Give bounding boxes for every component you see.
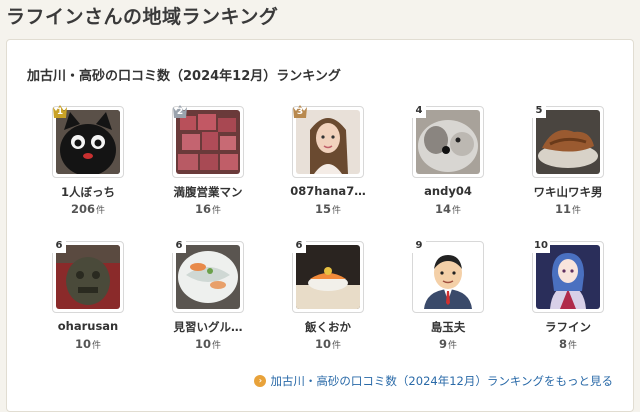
ranking-item[interactable]: 6 oharusan 10件 (28, 238, 148, 371)
rank-number: 6 (292, 238, 306, 253)
user-avatar[interactable]: 4 (412, 103, 484, 178)
woman-portrait-photo-icon (296, 110, 360, 174)
rank-number: 6 (52, 238, 66, 253)
review-count: 206件 (70, 202, 106, 216)
page-title: ラフインさんの地域ランキング (6, 6, 279, 28)
user-name[interactable]: andy04 (388, 184, 508, 198)
user-avatar[interactable]: 6 (292, 238, 364, 313)
more-ranking-link-label[interactable]: 加古川・高砂の口コミ数（2024年12月）ランキングをもっと見る (270, 373, 613, 389)
businessman-illustration-icon (416, 245, 480, 309)
raw-meat-photo-icon (176, 110, 240, 174)
user-name[interactable]: oharusan (28, 319, 148, 333)
rank-number: 4 (412, 103, 426, 118)
ranking-panel: 加古川・高砂の口コミ数（2024年12月）ランキング 1 1人ぼっち 206件 … (6, 39, 634, 412)
crown-icon: 1 (52, 103, 68, 119)
gray-dog-photo-icon (416, 110, 480, 174)
ranking-item[interactable]: 6 見習いグル… 10件 (148, 238, 268, 371)
crown-icon: 3 (292, 103, 308, 119)
ranking-grid: 1 1人ぼっち 206件 2 満腹営業マン 16件 3 087hana7… 15… (7, 40, 633, 411)
anime-kimono-girl-illustration-icon (536, 245, 600, 309)
user-avatar[interactable]: 1 (52, 103, 124, 178)
review-count: 15件 (314, 202, 342, 216)
ranking-item[interactable]: 5 ワキ山ワキ男 11件 (508, 103, 628, 236)
sushi-photo-icon (296, 245, 360, 309)
user-name[interactable]: 見習いグル… (148, 319, 268, 335)
ranking-item[interactable]: 2 満腹営業マン 16件 (148, 103, 268, 236)
user-avatar[interactable]: 3 (292, 103, 364, 178)
user-name[interactable]: 1人ぼっち (28, 184, 148, 200)
user-name[interactable]: 島玉夫 (388, 319, 508, 335)
user-avatar[interactable]: 9 (412, 238, 484, 313)
crown-icon: 2 (172, 103, 188, 119)
rank-number: 6 (172, 238, 186, 253)
review-count: 16件 (194, 202, 222, 216)
review-count: 9件 (438, 337, 458, 351)
review-count: 10件 (194, 337, 222, 351)
user-name[interactable]: 満腹営業マン (148, 184, 268, 200)
review-count: 11件 (554, 202, 582, 216)
rank-number: 9 (412, 238, 426, 253)
sashimi-plate-photo-icon (176, 245, 240, 309)
user-avatar[interactable]: 6 (172, 238, 244, 313)
ranking-item[interactable]: 10 ラフイン 8件 (508, 238, 628, 371)
user-avatar[interactable]: 6 (52, 238, 124, 313)
user-name[interactable]: 飯くおか (268, 319, 388, 335)
ranking-item[interactable]: 9 島玉夫 9件 (388, 238, 508, 371)
user-name[interactable]: ワキ山ワキ男 (508, 184, 628, 200)
review-count: 10件 (314, 337, 342, 351)
review-count: 14件 (434, 202, 462, 216)
black-cat-photo-icon (56, 110, 120, 174)
more-ranking-link[interactable]: › 加古川・高砂の口コミ数（2024年12月）ランキングをもっと見る (254, 373, 613, 389)
rank-number: 10 (532, 238, 550, 253)
user-name[interactable]: ラフイン (508, 319, 628, 335)
grilled-meat-photo-icon (536, 110, 600, 174)
review-count: 10件 (74, 337, 102, 351)
ranking-item[interactable]: 4 andy04 14件 (388, 103, 508, 236)
user-avatar[interactable]: 5 (532, 103, 604, 178)
ranking-item[interactable]: 6 飯くおか 10件 (268, 238, 388, 371)
rank-number: 5 (532, 103, 546, 118)
ranking-item[interactable]: 1 1人ぼっち 206件 (28, 103, 148, 236)
lion-statue-photo-icon (56, 245, 120, 309)
user-avatar[interactable]: 10 (532, 238, 604, 313)
ranking-item[interactable]: 3 087hana7… 15件 (268, 103, 388, 236)
chevron-right-icon: › (254, 375, 267, 387)
review-count: 8件 (558, 337, 578, 351)
user-avatar[interactable]: 2 (172, 103, 244, 178)
user-name[interactable]: 087hana7… (268, 184, 388, 198)
